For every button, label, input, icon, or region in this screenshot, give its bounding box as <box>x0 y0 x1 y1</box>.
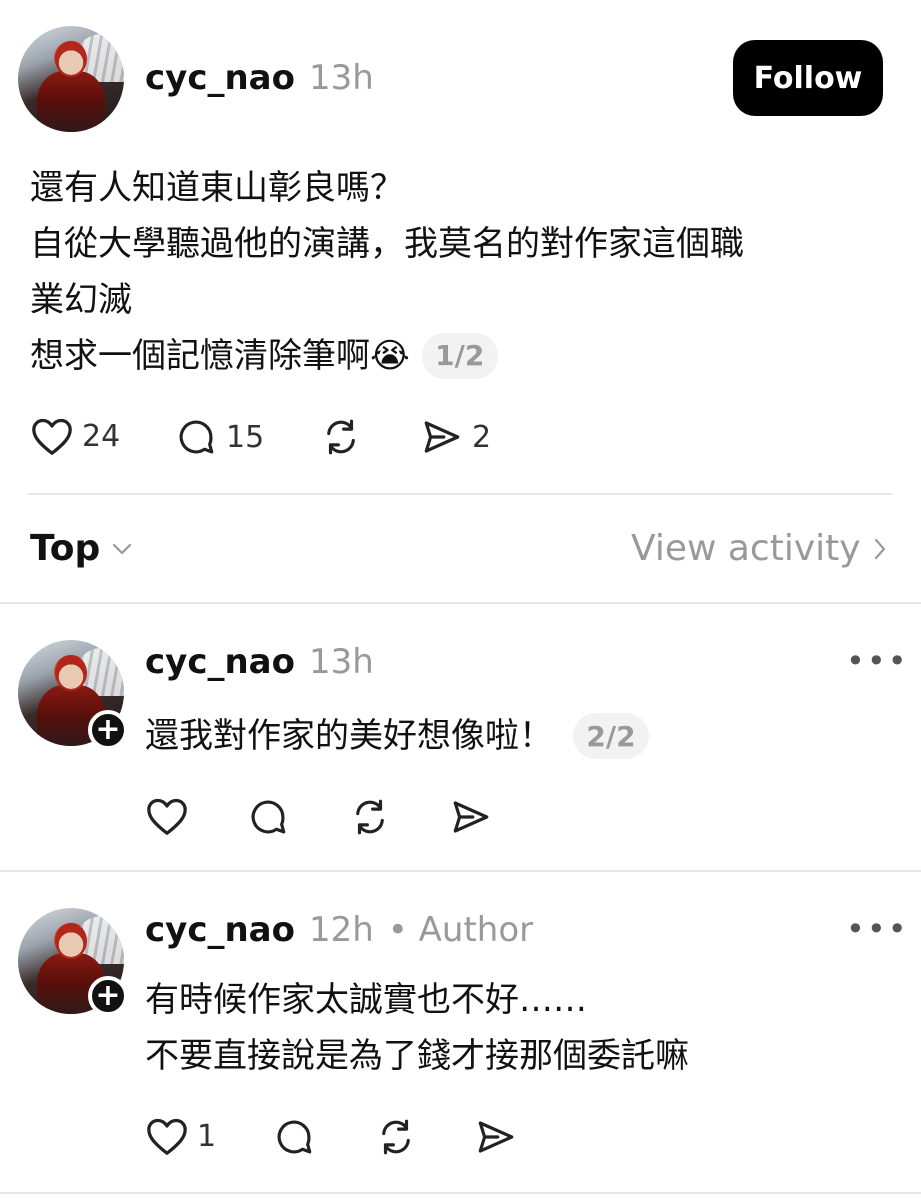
follow-plus-icon[interactable]: + <box>88 976 128 1016</box>
post-line: 還有人知道東山彰良嗎？ <box>30 168 404 208</box>
thread-counter: 2/2 <box>573 713 649 759</box>
chevron-right-icon <box>874 538 885 559</box>
send-icon <box>453 801 489 833</box>
post-line: 自從大學聽過他的演講，我莫名的對作家這個職 <box>30 224 744 264</box>
heart-icon <box>147 1118 187 1155</box>
like-button[interactable]: 1 <box>145 1116 216 1156</box>
reply-line: 有時候作家太誠實也不好…… <box>145 980 587 1020</box>
like-count: 1 <box>197 1118 217 1154</box>
reply-text: 還我對作家的美好想像啦！ <box>145 716 553 756</box>
follow-button[interactable]: Follow <box>733 40 883 116</box>
send-icon <box>478 1121 514 1153</box>
view-activity-label: View activity <box>631 528 861 569</box>
comment-count: 15 <box>226 419 265 455</box>
comment-icon <box>277 1120 312 1154</box>
reply-line: 不要直接說是為了錢才接那個委託嘛 <box>145 1036 689 1076</box>
comment-button[interactable] <box>246 796 290 838</box>
sort-label: Top <box>30 528 101 569</box>
heart-icon <box>32 418 72 455</box>
username[interactable]: cyc_nao <box>145 642 295 682</box>
reply-time: 13h <box>308 642 374 682</box>
repost-button[interactable] <box>347 796 393 838</box>
repost-button[interactable] <box>318 416 364 458</box>
reply-time: 12h <box>308 910 374 950</box>
divider <box>28 493 892 495</box>
sort-dropdown[interactable]: Top <box>30 528 134 569</box>
send-icon <box>424 421 460 453</box>
share-count: 2 <box>472 419 492 455</box>
repost-icon <box>356 799 384 835</box>
more-options-icon[interactable]: ••• <box>846 642 909 680</box>
divider <box>0 1192 921 1194</box>
username[interactable]: cyc_nao <box>145 910 295 950</box>
divider <box>0 870 921 872</box>
comment-icon <box>179 420 214 454</box>
chevron-down-icon <box>113 543 132 554</box>
avatar[interactable] <box>18 26 124 132</box>
author-tag: • Author <box>387 910 534 950</box>
comment-icon <box>251 800 286 834</box>
follow-plus-icon[interactable]: + <box>88 710 128 750</box>
share-button[interactable] <box>449 796 493 838</box>
thread-counter: 1/2 <box>421 333 498 379</box>
divider <box>0 602 921 604</box>
repost-button[interactable] <box>373 1116 419 1158</box>
like-count: 24 <box>82 418 121 454</box>
view-activity-link[interactable]: View activity <box>631 528 889 569</box>
post-line: 業幻滅 <box>30 280 132 320</box>
post-time: 13h <box>308 58 374 98</box>
repost-icon <box>382 1119 410 1155</box>
like-button[interactable] <box>145 796 189 836</box>
repost-icon <box>327 419 355 455</box>
comment-button[interactable] <box>272 1116 316 1158</box>
reply-body: 有時候作家太誠實也不好…… 不要直接說是為了錢才接那個委託嘛 <box>145 972 885 1084</box>
username[interactable]: cyc_nao <box>145 58 295 98</box>
post-line: 想求一個記憶清除筆啊😭 <box>30 336 410 376</box>
like-button[interactable]: 24 <box>30 416 120 456</box>
post-body: 還有人知道東山彰良嗎？ 自從大學聽過他的演講，我莫名的對作家這個職 業幻滅 想求… <box>30 160 890 384</box>
share-button[interactable] <box>474 1116 518 1158</box>
more-options-icon[interactable]: ••• <box>846 910 909 948</box>
share-button[interactable]: 2 <box>420 416 491 458</box>
comment-button[interactable]: 15 <box>174 416 264 458</box>
heart-icon <box>147 798 187 835</box>
